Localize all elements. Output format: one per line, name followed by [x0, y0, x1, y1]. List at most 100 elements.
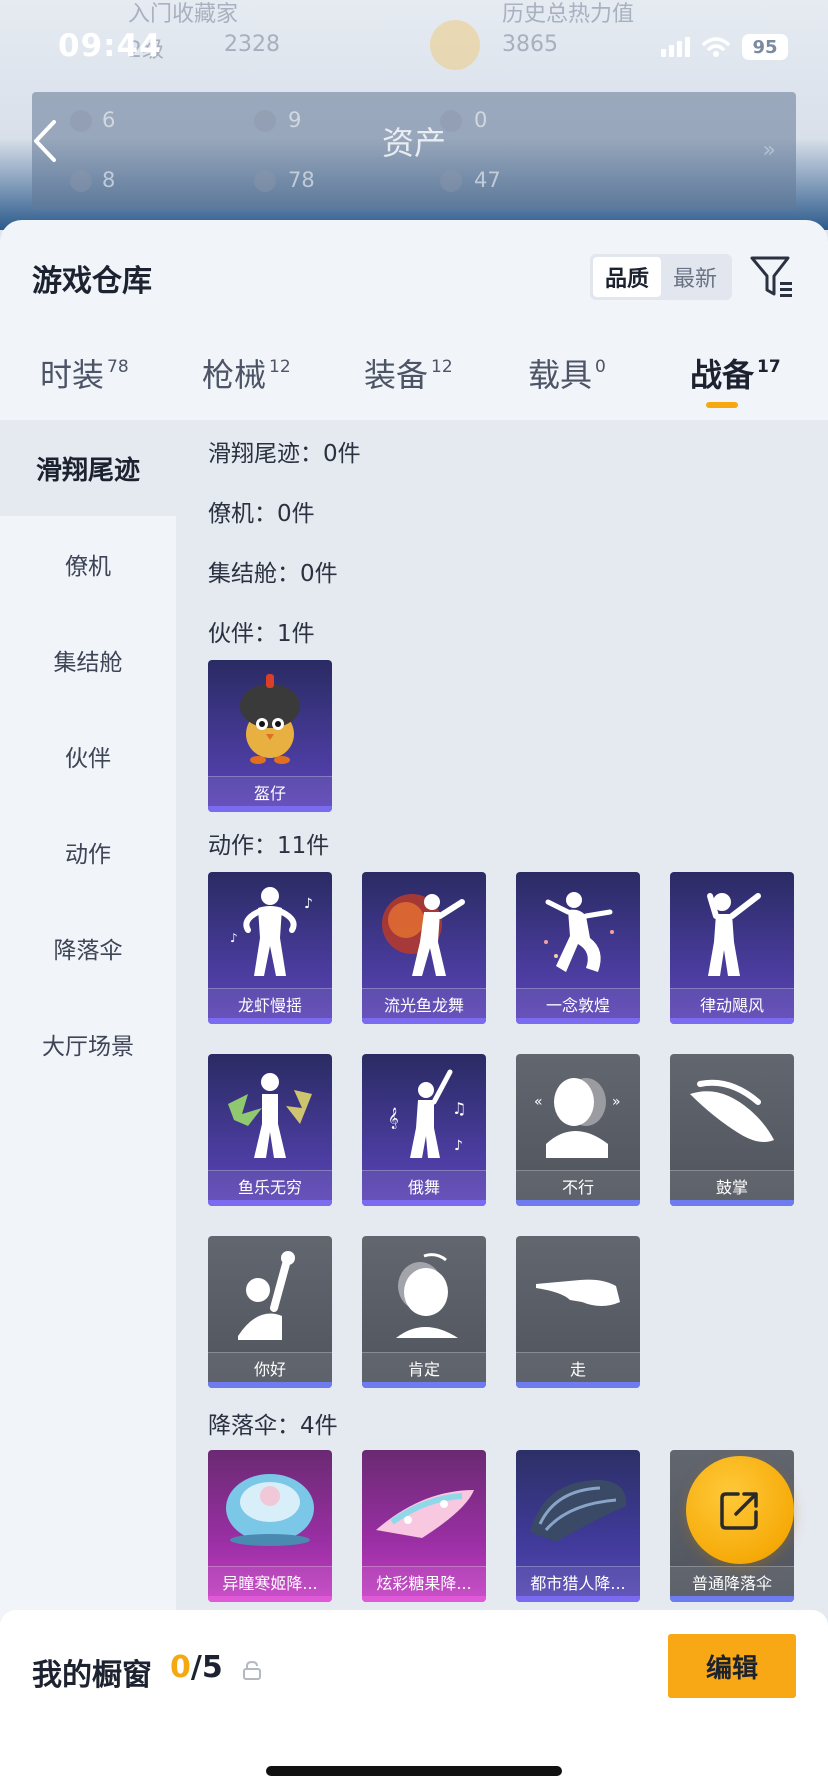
rarity-bar	[516, 1018, 640, 1024]
item-name: 鼓掌	[670, 1170, 794, 1200]
showcase-label: 我的橱窗	[32, 1658, 152, 1693]
wifi-icon	[702, 37, 730, 57]
battery-indicator: 95	[742, 34, 788, 60]
signal-icon	[661, 37, 690, 57]
item-name: 不行	[516, 1170, 640, 1200]
dancer-icon: ♪♪	[230, 887, 313, 976]
status-icons: 95	[661, 34, 788, 60]
category-tabs: 时装 78 枪械 12 装备 12 载具 0 战备 17	[0, 350, 828, 420]
item-card[interactable]: 鼓掌	[670, 1054, 794, 1206]
tab-weapons[interactable]: 枪械 12	[202, 350, 291, 420]
sidebar-item-lobby-scene[interactable]: 大厅场景	[0, 996, 176, 1092]
section-title-emote: 动作：11件	[208, 833, 330, 859]
item-grid: 滑翔尾迹：0件 僚机：0件 集结舱：0件 伙伴：1件 盔仔 动作：11件 ♪ ♪…	[176, 420, 828, 1792]
item-name: 肯定	[362, 1352, 486, 1382]
svg-text:♪: ♪	[230, 931, 238, 945]
svg-text:»: »	[612, 1094, 621, 1110]
status-time: 09:44	[58, 28, 162, 64]
item-card[interactable]: «» 不行	[516, 1054, 640, 1206]
edit-button[interactable]: 编辑	[668, 1634, 796, 1698]
item-card[interactable]: 鱼乐无穷	[208, 1054, 332, 1206]
wave-icon	[238, 1251, 295, 1340]
item-card[interactable]: 肯定	[362, 1236, 486, 1388]
rarity-bar	[208, 1018, 332, 1024]
tab-label: 装备	[364, 356, 429, 394]
splash-dancer-icon	[228, 1073, 312, 1158]
stat-value: 78	[288, 168, 315, 192]
item-name: 普通降落伞	[670, 1566, 794, 1596]
item-card[interactable]: 走	[516, 1236, 640, 1388]
item-name: 异瞳寒姬降...	[208, 1566, 332, 1596]
point-icon	[536, 1279, 620, 1306]
active-tab-indicator	[706, 402, 738, 408]
stat-icon	[70, 170, 92, 192]
showcase-bar: 我的橱窗 0/5 编辑	[0, 1610, 828, 1792]
stat-icon	[254, 170, 276, 192]
tab-battle-gear[interactable]: 战备 17	[690, 350, 781, 420]
dunhuang-dancer-icon	[544, 892, 614, 972]
share-button[interactable]	[686, 1456, 794, 1564]
tab-label: 载具	[528, 356, 593, 394]
item-name: 走	[516, 1352, 640, 1382]
stat-icon	[440, 170, 462, 192]
showcase-count: 0/5	[170, 1650, 223, 1685]
item-card[interactable]: 都市猎人降...	[516, 1450, 640, 1602]
item-name: 龙虾慢摇	[208, 988, 332, 1018]
item-name: 律动飓风	[670, 988, 794, 1018]
svg-text:♫: ♫	[452, 1099, 466, 1118]
stat-value: 8	[102, 168, 116, 192]
stat-value: 47	[474, 168, 501, 192]
pose-dancer-icon	[707, 893, 761, 976]
item-name: 一念敦煌	[516, 988, 640, 1018]
round-parachute-icon	[226, 1474, 314, 1546]
showcase-total: /5	[190, 1650, 223, 1685]
rarity-bar	[670, 1200, 794, 1206]
sidebar-item-wingman[interactable]: 僚机	[0, 516, 176, 612]
chevron-right-icon: »	[762, 138, 776, 163]
page-title: 资产	[381, 124, 446, 162]
sidebar-item-pod[interactable]: 集结舱	[0, 612, 176, 708]
item-card[interactable]: 盔仔	[208, 660, 332, 812]
sidebar-item-emote[interactable]: 动作	[0, 804, 176, 900]
sort-quality-button[interactable]: 品质	[593, 257, 661, 297]
rarity-bar	[208, 1200, 332, 1206]
item-name: 你好	[208, 1352, 332, 1382]
sort-newest-button[interactable]: 最新	[661, 257, 729, 297]
sidebar-item-parachute[interactable]: 降落伞	[0, 900, 176, 996]
rarity-bar	[208, 806, 332, 812]
rarity-bar	[516, 1382, 640, 1388]
item-card[interactable]: 你好	[208, 1236, 332, 1388]
sidebar-item-partner[interactable]: 伙伴	[0, 708, 176, 804]
rarity-bar	[362, 1200, 486, 1206]
rarity-bar	[362, 1018, 486, 1024]
item-card[interactable]: 𝄞 ♫ ♪ 俄舞	[362, 1054, 486, 1206]
item-card[interactable]: 律动飓风	[670, 872, 794, 1024]
tab-count: 0	[595, 357, 606, 377]
svg-text:𝄞: 𝄞	[388, 1108, 399, 1129]
filter-icon[interactable]	[750, 254, 794, 300]
item-card[interactable]: ♪ ♪ 龙虾慢摇	[208, 872, 332, 1024]
head-shake-icon: «»	[534, 1078, 621, 1158]
item-card[interactable]: 流光鱼龙舞	[362, 872, 486, 1024]
tab-fashion[interactable]: 时装 78	[40, 350, 129, 420]
tab-vehicles[interactable]: 载具 0	[528, 350, 606, 420]
item-card[interactable]: 一念敦煌	[516, 872, 640, 1024]
sidebar-item-glide-trail[interactable]: 滑翔尾迹	[0, 420, 176, 516]
item-name: 鱼乐无穷	[208, 1170, 332, 1200]
tab-equipment[interactable]: 装备 12	[364, 350, 453, 420]
rarity-bar	[516, 1200, 640, 1206]
clap-icon	[690, 1079, 774, 1142]
tab-label: 枪械	[202, 356, 267, 394]
heat-title: 历史总热力值	[502, 2, 635, 27]
item-card[interactable]: 异瞳寒姬降...	[208, 1450, 332, 1602]
item-name: 盔仔	[208, 776, 332, 806]
tab-count: 78	[107, 357, 129, 377]
item-card[interactable]: 炫彩糖果降...	[362, 1450, 486, 1602]
collector-title: 入门收藏家	[128, 2, 239, 27]
rarity-bar	[516, 1596, 640, 1602]
fire-dancer-icon	[382, 894, 465, 976]
rarity-bar	[208, 1596, 332, 1602]
rarity-bar	[670, 1596, 794, 1602]
section-title-pod: 集结舱：0件	[208, 561, 338, 587]
share-icon	[720, 1492, 758, 1530]
